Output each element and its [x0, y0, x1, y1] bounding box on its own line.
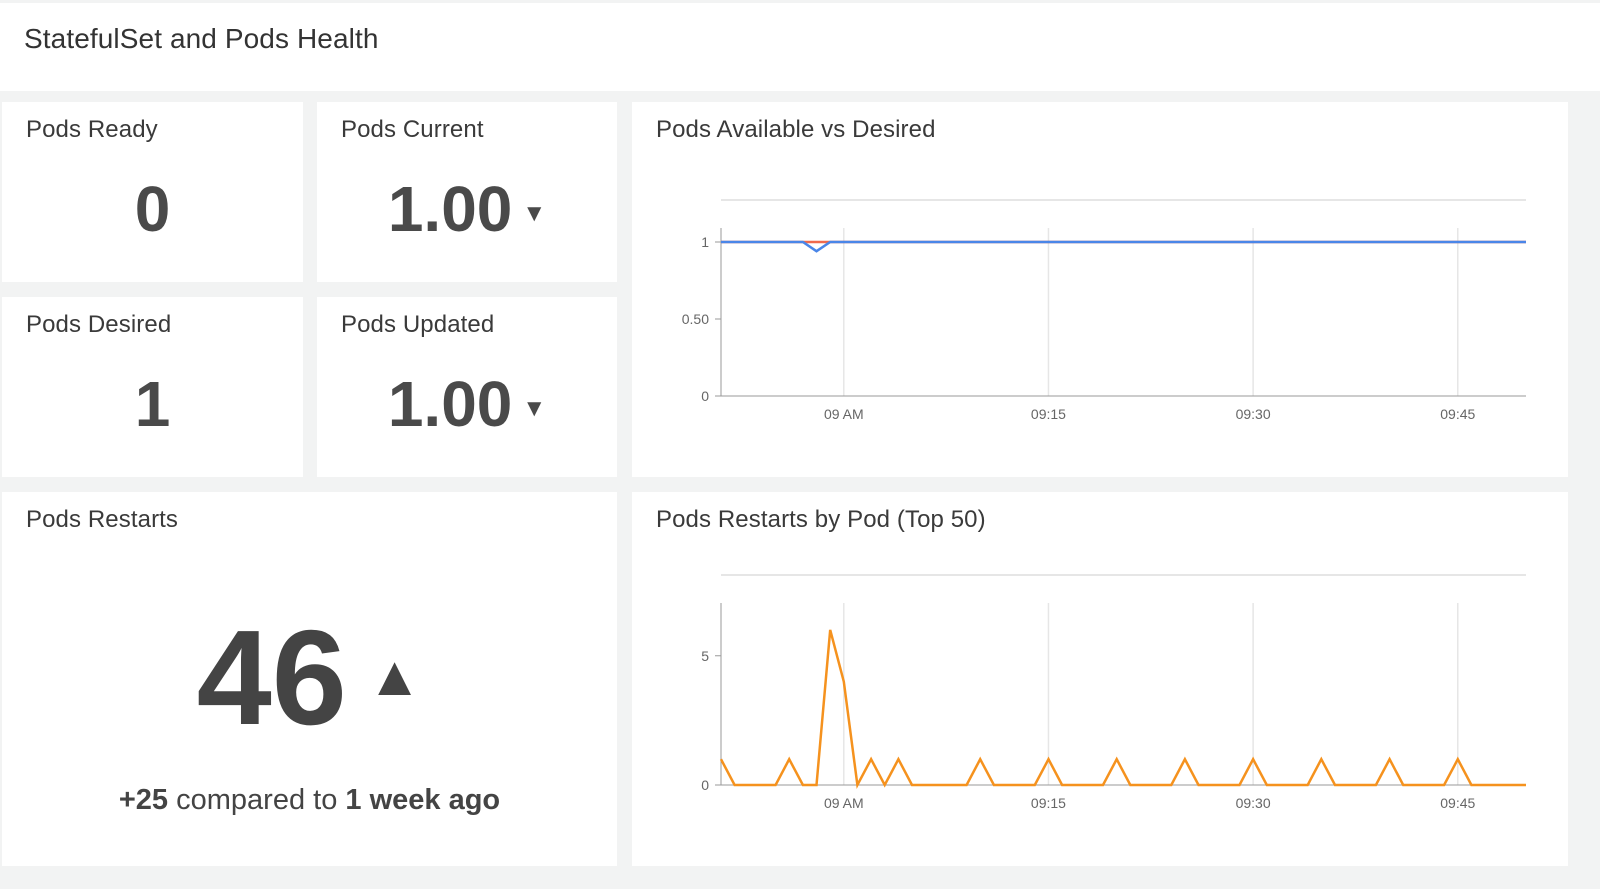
panel-title: Pods Current: [341, 116, 484, 143]
series-line: [719, 629, 1526, 790]
panel-title: Pods Restarts: [26, 506, 179, 533]
x-tick-label: 09:45: [1440, 795, 1475, 811]
y-tick-label: 1: [701, 234, 709, 250]
compare-text: compared to: [176, 784, 338, 816]
pods-current-value: 1.00 ▼: [317, 172, 617, 246]
y-tick-label: 0.50: [682, 311, 709, 327]
restarts-by-pod-chart[interactable]: 09 AM 09:15 09:30 09:45 0 5: [632, 492, 1568, 866]
arrow-down-icon: ▼: [522, 200, 547, 228]
restarts-comparison: +25 compared to 1 week ago: [2, 784, 617, 817]
stat-number: 1: [134, 368, 171, 440]
stat-number: 46: [196, 602, 347, 753]
pods-updated-value: 1.00 ▼: [317, 367, 617, 441]
pods-current-panel[interactable]: Pods Current 1.00 ▼: [317, 102, 617, 282]
stat-number: 0: [134, 173, 171, 245]
x-tick-label: 09:45: [1440, 406, 1475, 422]
pods-updated-panel[interactable]: Pods Updated 1.00 ▼: [317, 297, 617, 477]
pods-desired-value: 1: [2, 367, 303, 441]
page-title: StatefulSet and Pods Health: [24, 23, 379, 54]
y-tick-label: 0: [701, 388, 709, 404]
restarts-by-pod-panel[interactable]: Pods Restarts by Pod (Top 50) 09 AM 09:15…: [632, 492, 1568, 866]
panel-title: Pods Desired: [26, 311, 172, 338]
x-tick-label: 09 AM: [824, 406, 864, 422]
dashboard-header: StatefulSet and Pods Health: [0, 3, 1600, 91]
stat-number: 1.00: [387, 173, 513, 245]
arrow-down-icon: ▼: [522, 395, 547, 423]
series-line: [721, 240, 1526, 253]
available-vs-desired-chart[interactable]: 09 AM 09:15 09:30 09:45 0 0.50 1: [632, 102, 1568, 477]
panel-title: Pods Updated: [341, 311, 495, 338]
compare-period: 1 week ago: [345, 784, 501, 816]
panel-title: Pods Ready: [26, 116, 158, 143]
pods-restarts-value: 46 ▲: [2, 610, 617, 745]
pods-ready-value: 0: [2, 172, 303, 246]
pods-desired-panel[interactable]: Pods Desired 1: [2, 297, 303, 477]
y-tick-label: 5: [701, 648, 709, 664]
x-tick-label: 09:30: [1236, 406, 1271, 422]
stat-number: 1.00: [387, 368, 513, 440]
x-tick-label: 09:15: [1031, 406, 1066, 422]
x-tick-label: 09 AM: [824, 795, 864, 811]
pods-ready-panel[interactable]: Pods Ready 0: [2, 102, 303, 282]
arrow-up-icon: ▲: [366, 644, 423, 708]
x-tick-label: 09:15: [1031, 795, 1066, 811]
x-tick-label: 09:30: [1236, 795, 1271, 811]
available-vs-desired-panel[interactable]: Pods Available vs Desired 09 AM 09:15 09:3…: [632, 102, 1568, 477]
y-tick-label: 0: [701, 777, 709, 793]
restarts-delta: +25: [118, 784, 169, 816]
